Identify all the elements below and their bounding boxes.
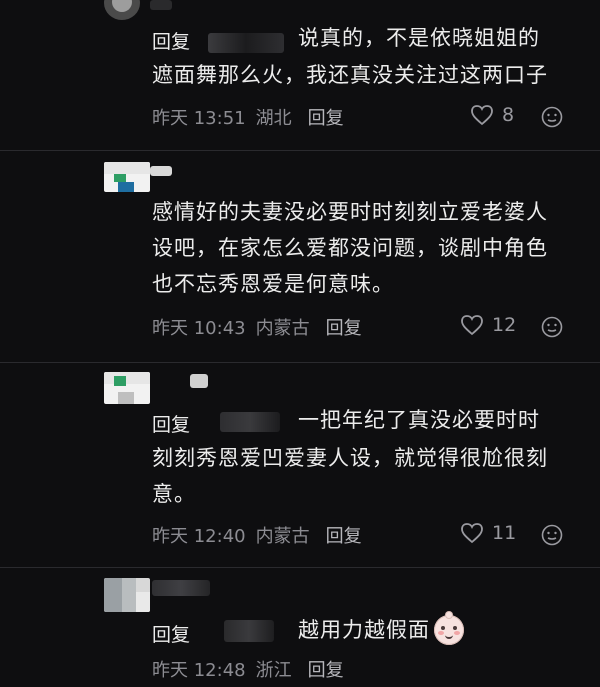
comment-time: 昨天 12:48	[152, 660, 246, 681]
comment-text-line: 也不忘秀恩爱是何意味。	[152, 272, 394, 296]
divider	[0, 362, 600, 363]
comment-text-line: 感情好的夫妻没必要时时刻刻立爱老婆人	[152, 200, 548, 224]
comment-text-row: 越用力越假面	[298, 610, 464, 650]
comment-meta: 昨天 10:43 内蒙古 回复	[152, 314, 362, 340]
comment-time: 昨天 12:40	[152, 526, 246, 547]
reply-button[interactable]: 回复	[326, 522, 362, 548]
reply-prefix: 回复	[152, 624, 191, 646]
mention-blur	[220, 412, 280, 432]
like-count: 8	[502, 104, 515, 126]
like-button[interactable]: 11	[460, 522, 516, 544]
comment-text-line: 越用力越假面	[298, 618, 430, 642]
comment-location: 内蒙古	[255, 318, 310, 339]
reply-button[interactable]: 回复	[308, 104, 344, 130]
smiling-face-emoji-icon	[434, 612, 464, 645]
username-blur	[152, 580, 210, 596]
username-blur	[150, 166, 172, 176]
comment-time: 昨天 10:43	[152, 318, 246, 339]
comment-location: 浙江	[255, 660, 292, 681]
heart-icon	[461, 315, 483, 336]
reply-prefix: 回复	[152, 31, 191, 53]
comment-meta: 昨天 12:40 内蒙古 回复	[152, 522, 362, 548]
emoji-reaction-icon[interactable]	[541, 106, 563, 132]
avatar[interactable]	[104, 0, 140, 20]
comment-text-line: 说真的，不是依晓姐姐的	[298, 26, 540, 50]
comment-meta: 昨天 13:51 湖北 回复	[152, 104, 344, 130]
comment-text-line: 刻刻秀恩爱凹爱妻人设，就觉得很尬很刻	[152, 446, 548, 470]
comment-text-line: 意。	[152, 482, 196, 506]
mention-blur	[224, 620, 274, 642]
emoji-reaction-icon[interactable]	[541, 316, 563, 342]
mention-blur	[208, 33, 284, 53]
comment-text-line: 遮面舞那么火，我还真没关注过这两口子	[152, 63, 548, 87]
like-button[interactable]: 12	[460, 314, 516, 336]
username-blur	[150, 0, 172, 10]
avatar[interactable]	[104, 162, 150, 192]
comment-text-line: 设吧，在家怎么爱都没问题，谈剧中角色	[152, 236, 548, 260]
reply-button[interactable]: 回复	[326, 314, 362, 340]
comment-text-line: 一把年纪了真没必要时时	[298, 408, 540, 432]
comment-time: 昨天 13:51	[152, 108, 246, 129]
reply-button[interactable]: 回复	[308, 656, 344, 682]
heart-icon	[461, 523, 483, 544]
heart-icon	[471, 105, 493, 126]
avatar[interactable]	[104, 372, 150, 404]
like-count: 12	[492, 314, 517, 336]
comment-meta: 昨天 12:48 浙江 回复	[152, 656, 344, 682]
avatar[interactable]	[104, 578, 150, 612]
reply-prefix: 回复	[152, 414, 191, 436]
username-blur	[190, 374, 208, 388]
comment-location: 湖北	[255, 108, 292, 129]
divider	[0, 567, 600, 568]
emoji-reaction-icon[interactable]	[541, 524, 563, 550]
comment-location: 内蒙古	[255, 526, 310, 547]
like-count: 11	[492, 522, 517, 544]
divider	[0, 150, 600, 151]
like-button[interactable]: 8	[470, 104, 514, 126]
